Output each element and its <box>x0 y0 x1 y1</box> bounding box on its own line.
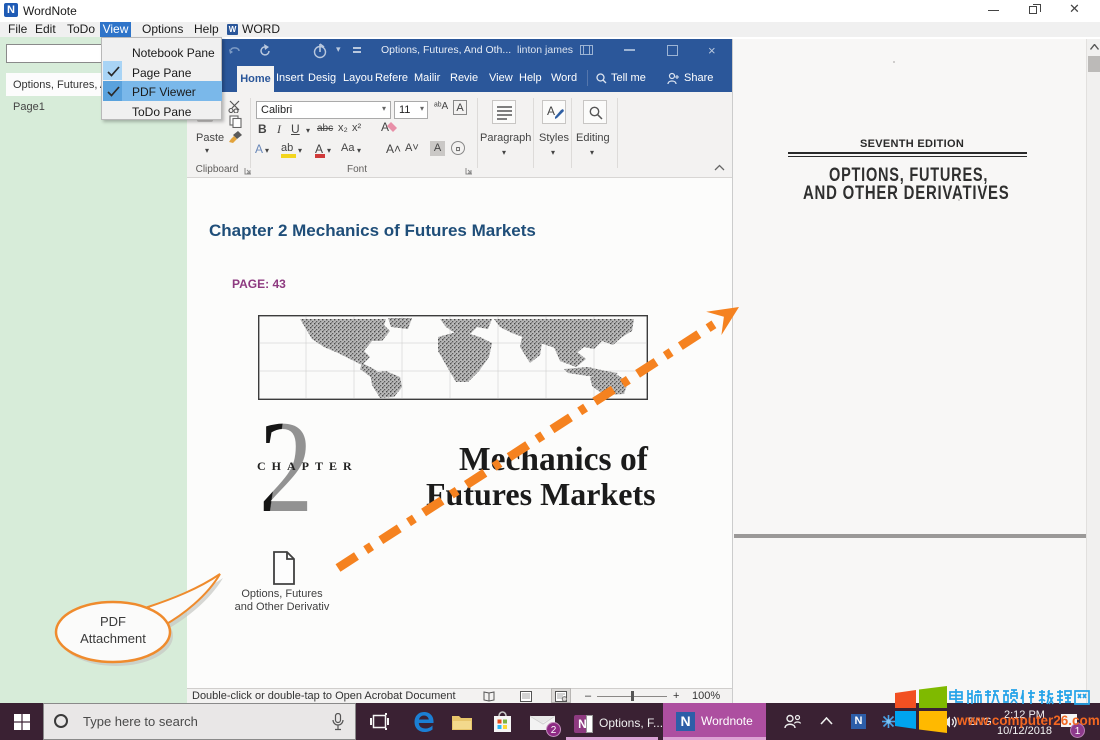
svg-text:PDF: PDF <box>100 614 126 629</box>
svg-text:Attachment: Attachment <box>80 631 146 646</box>
